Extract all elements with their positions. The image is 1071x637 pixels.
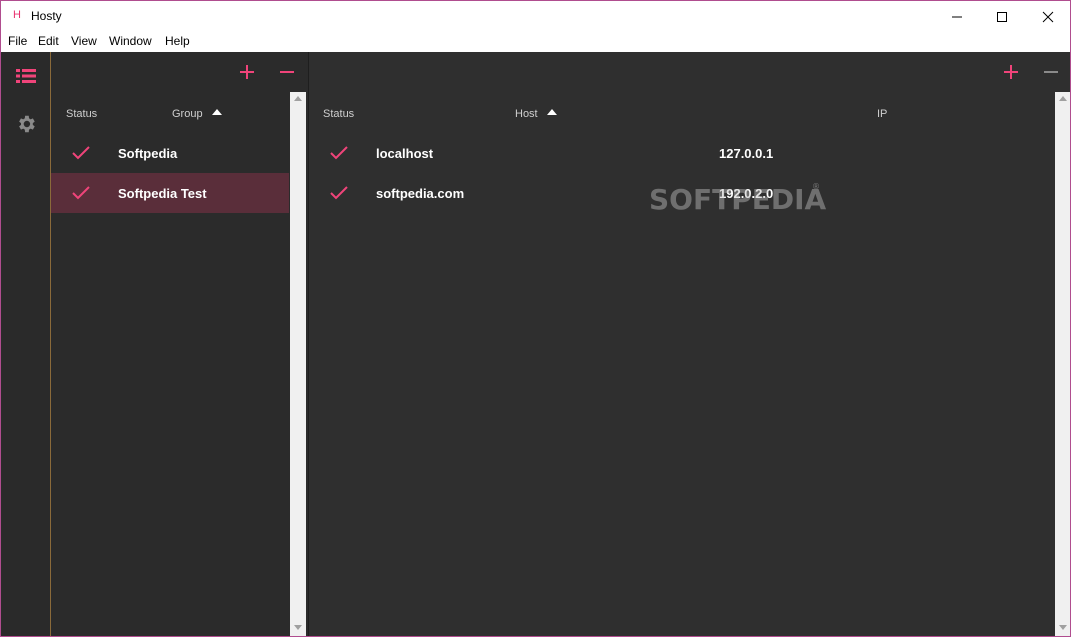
group-name: Softpedia Test [118, 186, 207, 201]
watermark-registered-mark: ® [812, 182, 820, 191]
app-logo-icon: H [13, 9, 21, 21]
column-header-status[interactable]: Status [323, 108, 354, 120]
side-nav [1, 52, 50, 636]
menu-window[interactable]: Window [109, 34, 152, 48]
add-group-button[interactable] [237, 62, 257, 82]
maximize-button[interactable] [979, 1, 1025, 32]
scroll-down-icon[interactable] [1059, 625, 1067, 630]
close-button[interactable] [1025, 1, 1070, 32]
maximize-icon [997, 11, 1007, 22]
groups-scrollbar[interactable] [290, 92, 306, 636]
column-header-group[interactable]: Group [172, 108, 203, 120]
minimize-button[interactable] [934, 1, 980, 32]
title-bar[interactable]: H Hosty [1, 1, 1070, 32]
scroll-up-icon[interactable] [1059, 96, 1067, 101]
menu-edit[interactable]: Edit [38, 34, 59, 48]
host-ip: 127.0.0.1 [719, 146, 774, 161]
hosts-scrollbar[interactable] [1055, 92, 1070, 636]
plus-icon [1004, 65, 1018, 79]
column-header-host[interactable]: Host [515, 108, 538, 120]
menu-view[interactable]: View [71, 34, 97, 48]
watermark: SOFTPEDIA [649, 183, 827, 216]
close-icon [1042, 11, 1054, 22]
menu-file[interactable]: File [8, 34, 27, 48]
remove-group-button[interactable] [277, 62, 297, 82]
add-host-button[interactable] [1001, 62, 1021, 82]
hosts-panel: Status Host IP localhost 127.0.0.1 softp… [308, 52, 1070, 636]
nav-item-settings[interactable] [14, 112, 38, 136]
scroll-down-icon[interactable] [294, 625, 302, 630]
menu-bar: File Edit View Window Help [1, 32, 1070, 52]
group-name: Softpedia [118, 146, 178, 161]
checkmark-icon[interactable] [71, 145, 91, 161]
checkmark-icon[interactable] [329, 145, 349, 161]
minus-icon [280, 71, 294, 73]
remove-host-button[interactable] [1041, 62, 1061, 82]
groups-panel: Status Group Softpedia Softpedia Test [50, 52, 308, 636]
app-body: Status Group Softpedia Softpedia Test St… [1, 52, 1070, 636]
nav-item-hosts[interactable] [14, 64, 38, 88]
column-header-ip[interactable]: IP [877, 108, 887, 120]
host-name: localhost [376, 146, 434, 161]
sort-ascending-icon[interactable] [212, 109, 222, 115]
group-row[interactable]: Softpedia [51, 133, 289, 173]
group-row-selected[interactable]: Softpedia Test [51, 173, 289, 213]
list-icon [16, 69, 36, 83]
scroll-up-icon[interactable] [294, 96, 302, 101]
host-name: softpedia.com [376, 186, 465, 201]
app-window: H Hosty File Edit View Window Help Statu… [0, 0, 1071, 637]
window-title: Hosty [31, 9, 62, 23]
checkmark-icon[interactable] [71, 185, 91, 201]
gear-icon [19, 115, 35, 133]
checkmark-icon[interactable] [329, 185, 349, 201]
menu-help[interactable]: Help [165, 34, 190, 48]
plus-icon [240, 65, 254, 79]
minus-icon [1044, 71, 1058, 73]
host-row[interactable]: localhost 127.0.0.1 [309, 133, 1054, 173]
minimize-icon [952, 16, 962, 17]
column-header-status[interactable]: Status [66, 108, 97, 120]
sort-ascending-icon[interactable] [547, 109, 557, 115]
